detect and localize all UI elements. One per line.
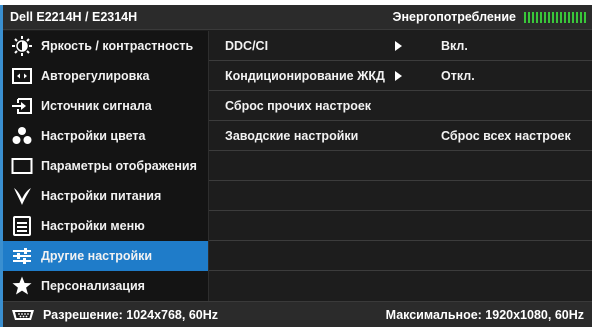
setting-row-reset-other[interactable]: Сброс прочих настроек: [209, 91, 592, 121]
energy-meter-segment: [552, 11, 554, 23]
sidebar-item-personalize[interactable]: Персонализация: [3, 271, 208, 301]
sidebar-item-label: Авторегулировка: [41, 69, 150, 83]
sidebar-item-label: Настройки цвета: [41, 129, 146, 143]
energy-meter-segment: [564, 11, 566, 23]
setting-label: DDC/CI: [225, 39, 269, 53]
monitor-connector-icon: [9, 308, 37, 322]
energy-meter-segment: [540, 11, 542, 23]
sidebar-item-menu-settings[interactable]: Настройки меню: [3, 211, 208, 241]
empty-row: [209, 241, 592, 271]
max-resolution-text: Максимальное: 1920x1080, 60Hz: [385, 307, 584, 322]
sidebar-item-color-settings[interactable]: Настройки цвета: [3, 121, 208, 151]
osd-menu: Dell E2214H / E2314H Энергопотребление Я…: [0, 5, 592, 327]
empty-row: [209, 271, 592, 301]
energy-meter: [524, 11, 586, 23]
other-settings-icon: [11, 245, 33, 267]
energy-meter-segment: [536, 11, 538, 23]
sidebar-item-label: Персонализация: [41, 279, 145, 293]
empty-row: [209, 151, 592, 181]
auto-adjust-icon: [11, 65, 33, 87]
current-resolution: Разрешение: 1024x768, 60Hz: [9, 308, 386, 322]
energy-meter-segment: [524, 11, 526, 23]
sidebar-item-power-settings[interactable]: Настройки питания: [3, 181, 208, 211]
energy-meter-segment: [532, 11, 534, 23]
sidebar: Яркость / контрастность Авторегулировка: [3, 31, 209, 301]
settings-panel: DDC/CI Вкл. Кондиционирование ЖКД Откл. …: [209, 31, 592, 301]
submenu-arrow-icon: [395, 41, 402, 51]
input-source-icon: [11, 95, 33, 117]
energy-meter-segment: [528, 11, 530, 23]
setting-label: Заводские настройки: [225, 129, 359, 143]
sidebar-item-auto-adjust[interactable]: Авторегулировка: [3, 61, 208, 91]
color-settings-icon: [11, 125, 33, 147]
sidebar-item-display-settings[interactable]: Параметры отображения: [3, 151, 208, 181]
setting-label: Сброс прочих настроек: [225, 99, 372, 113]
submenu-arrow-icon: [395, 71, 402, 81]
menu-settings-icon: [11, 215, 33, 237]
setting-row-factory-reset[interactable]: Заводские настройки Сброс всех настроек: [209, 121, 592, 151]
sidebar-item-brightness[interactable]: Яркость / контрастность: [3, 31, 208, 61]
energy-meter-segment: [576, 11, 578, 23]
sidebar-item-label: Настройки меню: [41, 219, 145, 233]
sidebar-item-label: Яркость / контрастность: [41, 39, 194, 53]
energy-meter-segment: [556, 11, 558, 23]
energy-meter-segment: [584, 11, 586, 23]
energy-label: Энергопотребление: [392, 10, 516, 24]
sidebar-item-label: Параметры отображения: [41, 159, 197, 173]
energy-meter-segment: [572, 11, 574, 23]
title-bar: Dell E2214H / E2314H Энергопотребление: [3, 5, 592, 30]
sidebar-item-label: Настройки питания: [41, 189, 162, 203]
status-bar: Разрешение: 1024x768, 60Hz Максимальное:…: [3, 301, 592, 327]
empty-row: [209, 211, 592, 241]
energy-meter-segment: [568, 11, 570, 23]
sidebar-item-label: Другие настройки: [41, 249, 153, 263]
setting-row-lcd-conditioning[interactable]: Кондиционирование ЖКД Откл.: [209, 61, 592, 91]
resolution-text: Разрешение: 1024x768, 60Hz: [43, 307, 219, 322]
setting-value: Откл.: [441, 69, 475, 83]
sidebar-item-input-source[interactable]: Источник сигнала: [3, 91, 208, 121]
setting-label: Кондиционирование ЖКД: [225, 69, 385, 83]
sidebar-item-label: Источник сигнала: [41, 99, 152, 113]
setting-value: Вкл.: [441, 39, 468, 53]
star-icon: [11, 275, 33, 297]
setting-row-ddcci[interactable]: DDC/CI Вкл.: [209, 31, 592, 61]
energy-meter-segment: [580, 11, 582, 23]
brightness-icon: [11, 35, 33, 57]
energy-meter-segment: [560, 11, 562, 23]
display-settings-icon: [11, 155, 33, 177]
power-settings-icon: [11, 185, 33, 207]
setting-value: Сброс всех настроек: [441, 129, 571, 143]
energy-meter-segment: [548, 11, 550, 23]
empty-row: [209, 181, 592, 211]
energy-meter-segment: [544, 11, 546, 23]
model-name: Dell E2214H / E2314H: [10, 10, 138, 24]
sidebar-item-other-settings[interactable]: Другие настройки: [3, 241, 208, 271]
